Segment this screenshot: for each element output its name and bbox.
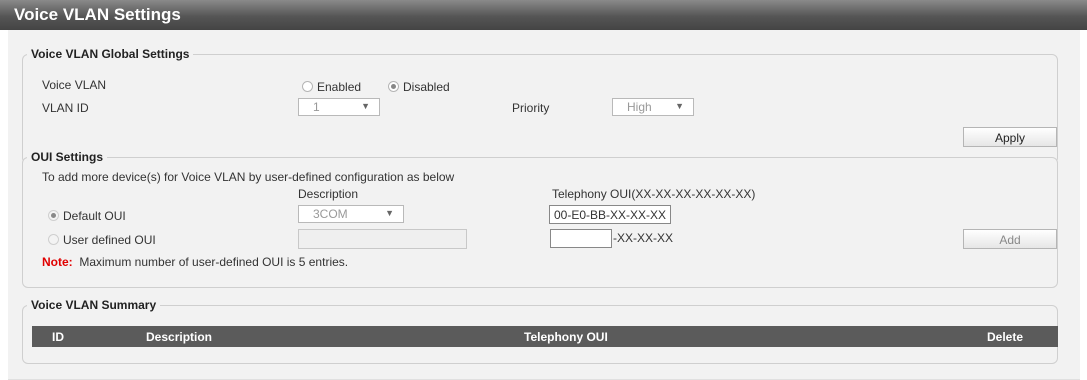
enabled-label: Enabled [317, 80, 362, 94]
chevron-down-icon: ▼ [361, 101, 370, 111]
default-description-value: 3COM [313, 207, 348, 221]
priority-select[interactable]: High ▼ [612, 98, 694, 116]
default-oui-radio[interactable] [48, 210, 59, 221]
note-message: Maximum number of user-defined OUI is 5 … [79, 255, 349, 269]
disabled-label: Disabled [403, 80, 450, 94]
user-defined-oui-radio-option[interactable]: User defined OUI [48, 233, 156, 247]
note-label: Note: [42, 255, 73, 269]
priority-label: Priority [512, 101, 550, 115]
column-header-description: Description [146, 330, 213, 344]
description-column-header: Description [298, 187, 359, 201]
disabled-radio[interactable] [388, 81, 399, 92]
user-defined-oui-radio[interactable] [48, 234, 59, 245]
user-oui-input[interactable] [550, 229, 612, 248]
chevron-down-icon: ▼ [675, 101, 684, 111]
priority-value: High [627, 100, 652, 114]
add-button[interactable]: Add [963, 229, 1057, 249]
telephony-oui-column-header: Telephony OUI(XX-XX-XX-XX-XX-XX) [552, 187, 756, 201]
oui-settings-legend: OUI Settings [31, 150, 104, 164]
summary-legend: Voice VLAN Summary [31, 298, 157, 312]
user-oui-suffix: -XX-XX-XX [613, 231, 674, 245]
column-header-delete: Delete [987, 330, 1024, 344]
enabled-radio-option[interactable]: Enabled [302, 80, 361, 94]
summary-table-header: ID Description Telephony OUI Delete [32, 326, 1058, 347]
vlan-id-value: 1 [313, 100, 320, 114]
global-settings-legend: Voice VLAN Global Settings [31, 47, 190, 61]
default-description-select[interactable]: 3COM ▼ [298, 205, 404, 223]
note-text: Note: Maximum number of user-defined OUI… [42, 255, 348, 269]
page-title: Voice VLAN Settings [0, 0, 1087, 30]
vlan-id-select[interactable]: 1 ▼ [298, 98, 380, 116]
user-defined-oui-label: User defined OUI [63, 233, 156, 247]
enabled-radio[interactable] [302, 81, 313, 92]
oui-intro-text: To add more device(s) for Voice VLAN by … [42, 170, 455, 184]
default-oui-radio-option[interactable]: Default OUI [48, 209, 126, 223]
vlan-id-label: VLAN ID [42, 101, 89, 115]
apply-button[interactable]: Apply [963, 127, 1057, 147]
default-oui-label: Default OUI [63, 209, 126, 223]
chevron-down-icon: ▼ [385, 208, 394, 218]
column-header-id: ID [52, 330, 64, 344]
voice-vlan-label: Voice VLAN [42, 78, 107, 92]
user-description-input[interactable] [298, 229, 467, 249]
default-telephony-oui-field[interactable]: 00-E0-BB-XX-XX-XX [549, 205, 671, 224]
column-header-telephony-oui: Telephony OUI [524, 330, 608, 344]
disabled-radio-option[interactable]: Disabled [388, 80, 450, 94]
